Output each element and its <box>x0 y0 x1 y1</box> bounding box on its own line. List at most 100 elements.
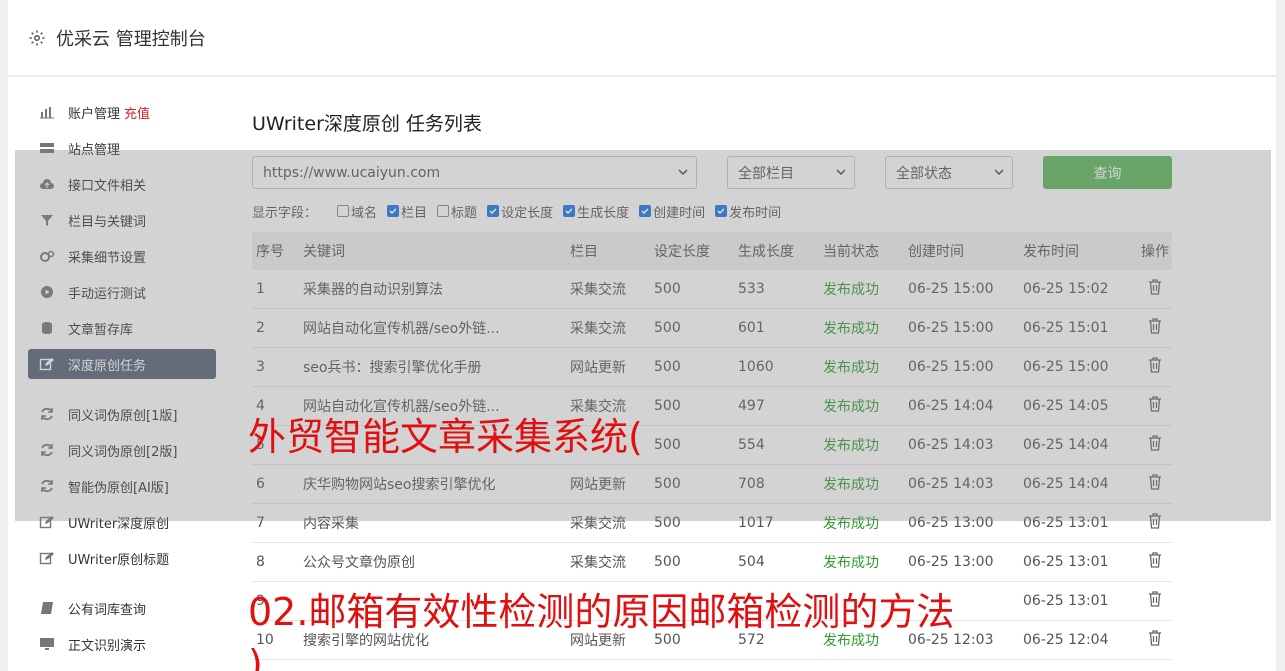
edit-icon <box>38 515 56 529</box>
table-cell: 公众号文章伪原创 <box>303 555 415 571</box>
table-cell: 1 <box>256 281 265 297</box>
play-circle-icon <box>38 285 56 299</box>
field-toggle[interactable]: 标题 <box>437 202 477 221</box>
recharge-link[interactable]: 充值 <box>124 103 150 122</box>
column-header: 栏目 <box>570 244 598 260</box>
sidebar-item[interactable]: 同义词伪原创[1版] <box>28 399 216 429</box>
delete-button[interactable] <box>1138 396 1172 416</box>
checkbox-checked-icon[interactable] <box>715 205 728 217</box>
sidebar-item-label: UWriter原创标题 <box>68 552 170 568</box>
sidebar-item[interactable]: UWriter原创标题 <box>28 543 216 573</box>
sidebar-item[interactable]: 栏目与关键词 <box>28 205 216 235</box>
table-cell: 06-25 13:00 <box>908 515 994 531</box>
table-cell: 554 <box>738 437 765 453</box>
table-cell: 发布成功 <box>823 477 879 493</box>
table-cell: 发布成功 <box>823 282 879 298</box>
table-cell: 1060 <box>738 359 774 375</box>
sidebar-item-label: 正文识别演示 <box>68 638 147 654</box>
sidebar-item[interactable]: 文章暂存库 <box>28 313 216 343</box>
table-cell: 网站更新 <box>570 360 626 376</box>
server-icon <box>38 141 56 155</box>
checkbox-icon[interactable] <box>337 205 350 217</box>
monitor-icon <box>38 637 56 651</box>
filter-bar: https://www.ucaiyun.com 全部栏目 全部状态 查询 <box>252 156 1172 190</box>
trash-icon <box>1148 279 1162 299</box>
sidebar-item[interactable]: 公有词库查询 <box>28 593 216 623</box>
table-cell: 06-25 13:01 <box>1023 554 1109 570</box>
column-header: 操作 <box>1141 244 1169 260</box>
trash-icon <box>1148 318 1162 338</box>
sidebar-item[interactable]: UWriter深度原创 <box>28 507 216 537</box>
sidebar-item[interactable]: 同义词伪原创[2版] <box>28 435 216 465</box>
field-toggle[interactable]: 发布时间 <box>715 202 781 221</box>
sidebar-item[interactable]: 采集细节设置 <box>28 241 216 271</box>
display-fields: 显示字段： 域名 栏目 标题 设定长度 生成长度 创建时间 发布时间 <box>252 201 791 221</box>
table-cell: 发布成功 <box>823 360 879 376</box>
sidebar-item[interactable]: 深度原创任务 <box>28 349 216 379</box>
query-button[interactable]: 查询 <box>1043 156 1172 189</box>
field-toggle[interactable]: 创建时间 <box>639 202 705 221</box>
table-row: 7 内容采集 采集交流 500 1017 发布成功 06-25 13:00 06-25 13:… <box>252 504 1172 543</box>
checkbox-checked-icon[interactable] <box>387 205 400 217</box>
field-toggle-label: 栏目 <box>401 205 428 221</box>
table-cell: 06-25 13:00 <box>908 554 994 570</box>
refresh-icon <box>38 443 56 457</box>
checkbox-checked-icon[interactable] <box>639 205 652 217</box>
column-select[interactable]: 全部栏目 <box>727 156 855 189</box>
site-select[interactable]: https://www.ucaiyun.com <box>252 156 697 189</box>
table-row: 6 庆华购物网站seo搜索引擎优化 网站更新 500 708 发布成功 06-25 14:0… <box>252 465 1172 504</box>
app-title: 优采云 管理控制台 <box>56 28 206 50</box>
table-cell: 采集交流 <box>570 555 626 571</box>
field-toggle[interactable]: 域名 <box>337 202 377 221</box>
table-cell: 1017 <box>738 515 774 531</box>
field-toggle[interactable]: 设定长度 <box>487 202 553 221</box>
delete-button[interactable] <box>1138 435 1172 455</box>
chevron-down-icon <box>678 169 688 176</box>
checkbox-checked-icon[interactable] <box>563 205 576 217</box>
delete-button[interactable] <box>1138 552 1172 572</box>
table-cell: 采集交流 <box>570 516 626 532</box>
delete-button[interactable] <box>1138 630 1172 650</box>
table-cell: 601 <box>738 320 765 336</box>
overlay-text-line2: 02.邮箱有效性检测的原因邮箱检测的方法 <box>248 590 955 634</box>
column-header: 发布时间 <box>1023 244 1079 260</box>
table-cell: seo兵书：搜索引擎优化手册 <box>303 360 482 376</box>
sidebar-item[interactable]: 正文识别演示 <box>28 629 216 659</box>
delete-button[interactable] <box>1138 279 1172 299</box>
app-header: 优采云 管理控制台 <box>8 0 1276 76</box>
status-select[interactable]: 全部状态 <box>885 156 1013 189</box>
table-cell: 采集交流 <box>570 321 626 337</box>
delete-button[interactable] <box>1138 591 1172 611</box>
refresh-icon <box>38 407 56 421</box>
table-cell: 06-25 15:00 <box>908 320 994 336</box>
sidebar-item[interactable]: 手动运行测试 <box>28 277 216 307</box>
delete-button[interactable] <box>1138 474 1172 494</box>
table-cell: 2 <box>256 320 265 336</box>
table-cell: 708 <box>738 476 765 492</box>
sidebar-item-label: 智能伪原创[AI版] <box>68 480 169 496</box>
table-cell: 06-25 14:04 <box>908 398 994 414</box>
sidebar-item-label: 公有词库查询 <box>68 602 147 618</box>
table-cell: 网站自动化宣传机器/seo外链... <box>303 321 500 337</box>
checkbox-icon[interactable] <box>437 205 450 217</box>
display-fields-label: 显示字段： <box>252 205 318 221</box>
delete-button[interactable] <box>1138 357 1172 377</box>
sidebar-item[interactable]: 智能伪原创[AI版] <box>28 471 216 501</box>
trash-icon <box>1148 513 1162 533</box>
delete-button[interactable] <box>1138 318 1172 338</box>
overlay-text-line1: 外贸智能文章采集系统( <box>248 415 643 459</box>
sidebar-item[interactable]: 站点管理 <box>28 133 216 163</box>
field-toggle[interactable]: 栏目 <box>387 202 427 221</box>
checkbox-checked-icon[interactable] <box>487 205 500 217</box>
table-cell: 06-25 14:04 <box>1023 437 1109 453</box>
table-header-row: 序号 关键词 栏目 设定长度 生成长度 当前状态 创建时间 发布时间 操作 <box>252 232 1172 270</box>
delete-button[interactable] <box>1138 513 1172 533</box>
table-cell: 500 <box>654 476 681 492</box>
table-cell: 6 <box>256 476 265 492</box>
sidebar-item-label: 账户管理 <box>68 106 121 122</box>
sidebar-item[interactable]: 接口文件相关 <box>28 169 216 199</box>
sidebar-item[interactable]: 账户管理 充值 <box>28 97 216 127</box>
table-cell: 533 <box>738 281 765 297</box>
field-toggle[interactable]: 生成长度 <box>563 202 629 221</box>
sidebar-separator <box>8 579 230 593</box>
